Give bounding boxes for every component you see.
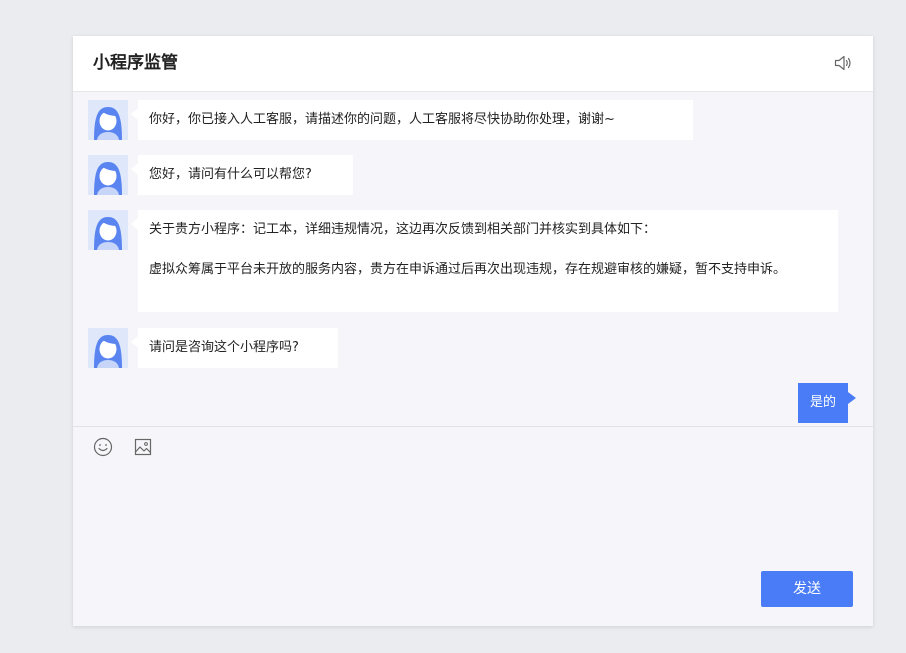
- user-message-bubble: 是的: [798, 383, 856, 423]
- image-icon[interactable]: [133, 437, 153, 457]
- agent-avatar-icon: [88, 155, 128, 195]
- agent-message-bubble: 请问是咨询这个小程序吗?: [131, 328, 338, 368]
- message-text: 关于贵方小程序：记工本，详细违规情况，这边再次反馈到相关部门并核实到具体如下：: [149, 222, 657, 237]
- agent-message-bubble: 关于贵方小程序：记工本，详细违规情况，这边再次反馈到相关部门并核实到具体如下： …: [131, 210, 838, 312]
- agent-message-bubble: 你好，你已接入人工客服，请描述你的问题，人工客服将尽快协助你处理，谢谢~: [131, 100, 693, 140]
- agent-message-bubble: 您好，请问有什么可以帮您?: [131, 155, 353, 195]
- speaker-icon[interactable]: [833, 53, 853, 73]
- send-button[interactable]: 发送: [761, 571, 853, 607]
- message-text: 是的: [809, 395, 836, 410]
- message-composer[interactable]: 发送: [73, 426, 873, 626]
- message-text: 请问是咨询这个小程序吗?: [149, 340, 299, 355]
- agent-avatar-icon: [88, 210, 128, 250]
- agent-avatar-icon: [88, 328, 128, 368]
- chat-window: 小程序监管 你好，你已接入人工客服，请描述你的问题，人工客服将尽快协助你处理，谢…: [73, 36, 873, 626]
- message-text: 虚拟众筹属于平台未开放的服务内容，贵方在申诉通过后再次出现违规，存在规避审核的嫌…: [149, 262, 787, 277]
- message-text: 你好，你已接入人工客服，请描述你的问题，人工客服将尽快协助你处理，谢谢~: [149, 112, 615, 127]
- emoji-icon[interactable]: [93, 437, 113, 457]
- message-text: 您好，请问有什么可以帮您?: [149, 167, 312, 182]
- chat-header: 小程序监管: [73, 36, 873, 92]
- message-list: 你好，你已接入人工客服，请描述你的问题，人工客服将尽快协助你处理，谢谢~ 您好，…: [73, 92, 873, 426]
- chat-title: 小程序监管: [93, 53, 178, 73]
- agent-avatar-icon: [88, 100, 128, 140]
